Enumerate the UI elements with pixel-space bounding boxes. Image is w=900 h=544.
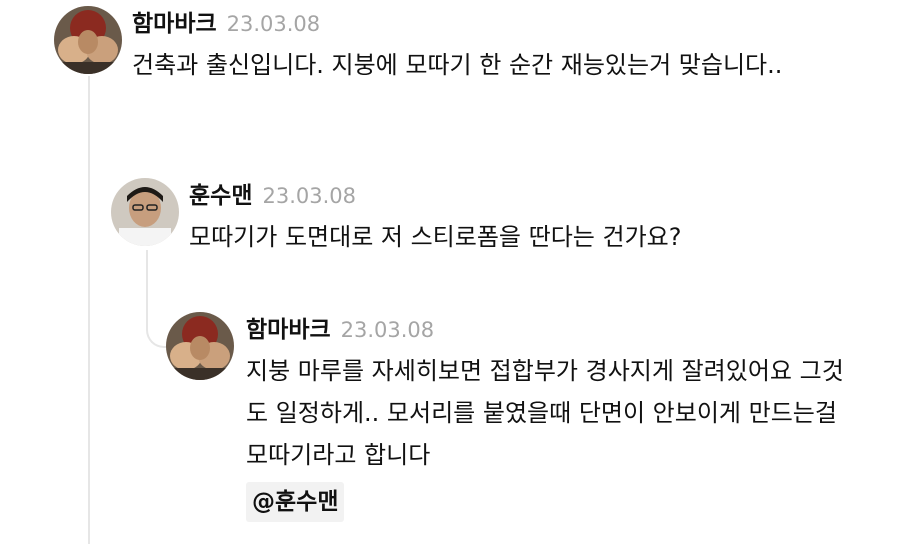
author-name[interactable]: 함마바크 [132,4,217,38]
comment-date: 23.03.08 [262,184,356,208]
avatar-image [166,312,234,380]
comment-text: 모따기가 도면대로 저 스티로폼을 딴다는 건가요? [189,223,682,251]
avatar-image [111,178,179,246]
avatar[interactable] [54,6,122,74]
author-name[interactable]: 훈수맨 [189,176,252,210]
comment-date: 23.03.08 [226,12,321,36]
author-name[interactable]: 함마바크 [246,310,331,344]
avatar-image [54,6,122,74]
comment-2: 훈수맨 23.03.08 모따기가 도면대로 저 스티로폼을 딴다는 건가요? [0,170,900,260]
comment-date: 23.03.08 [340,318,435,342]
comment-3: 함마바크 23.03.08 지붕 마루를 자세히보면 접합부가 경사지게 잘려있… [0,300,900,544]
comment-text: 지붕 마루를 자세히보면 접합부가 경사지게 잘려있어요 그것도 일정하게.. … [246,350,846,522]
avatar[interactable] [111,178,179,246]
mention-tag[interactable]: @훈수맨 [246,482,345,522]
avatar[interactable] [166,312,234,380]
comment-text-content: 지붕 마루를 자세히보면 접합부가 경사지게 잘려있어요 그것도 일정하게.. … [246,357,844,469]
comment-1: 함마바크 23.03.08 건축과 출신입니다. 지붕에 모따기 한 순간 재능… [0,0,900,130]
comment-text: 건축과 출신입니다. 지붕에 모따기 한 순간 재능있는거 맞습니다.. [132,51,783,79]
